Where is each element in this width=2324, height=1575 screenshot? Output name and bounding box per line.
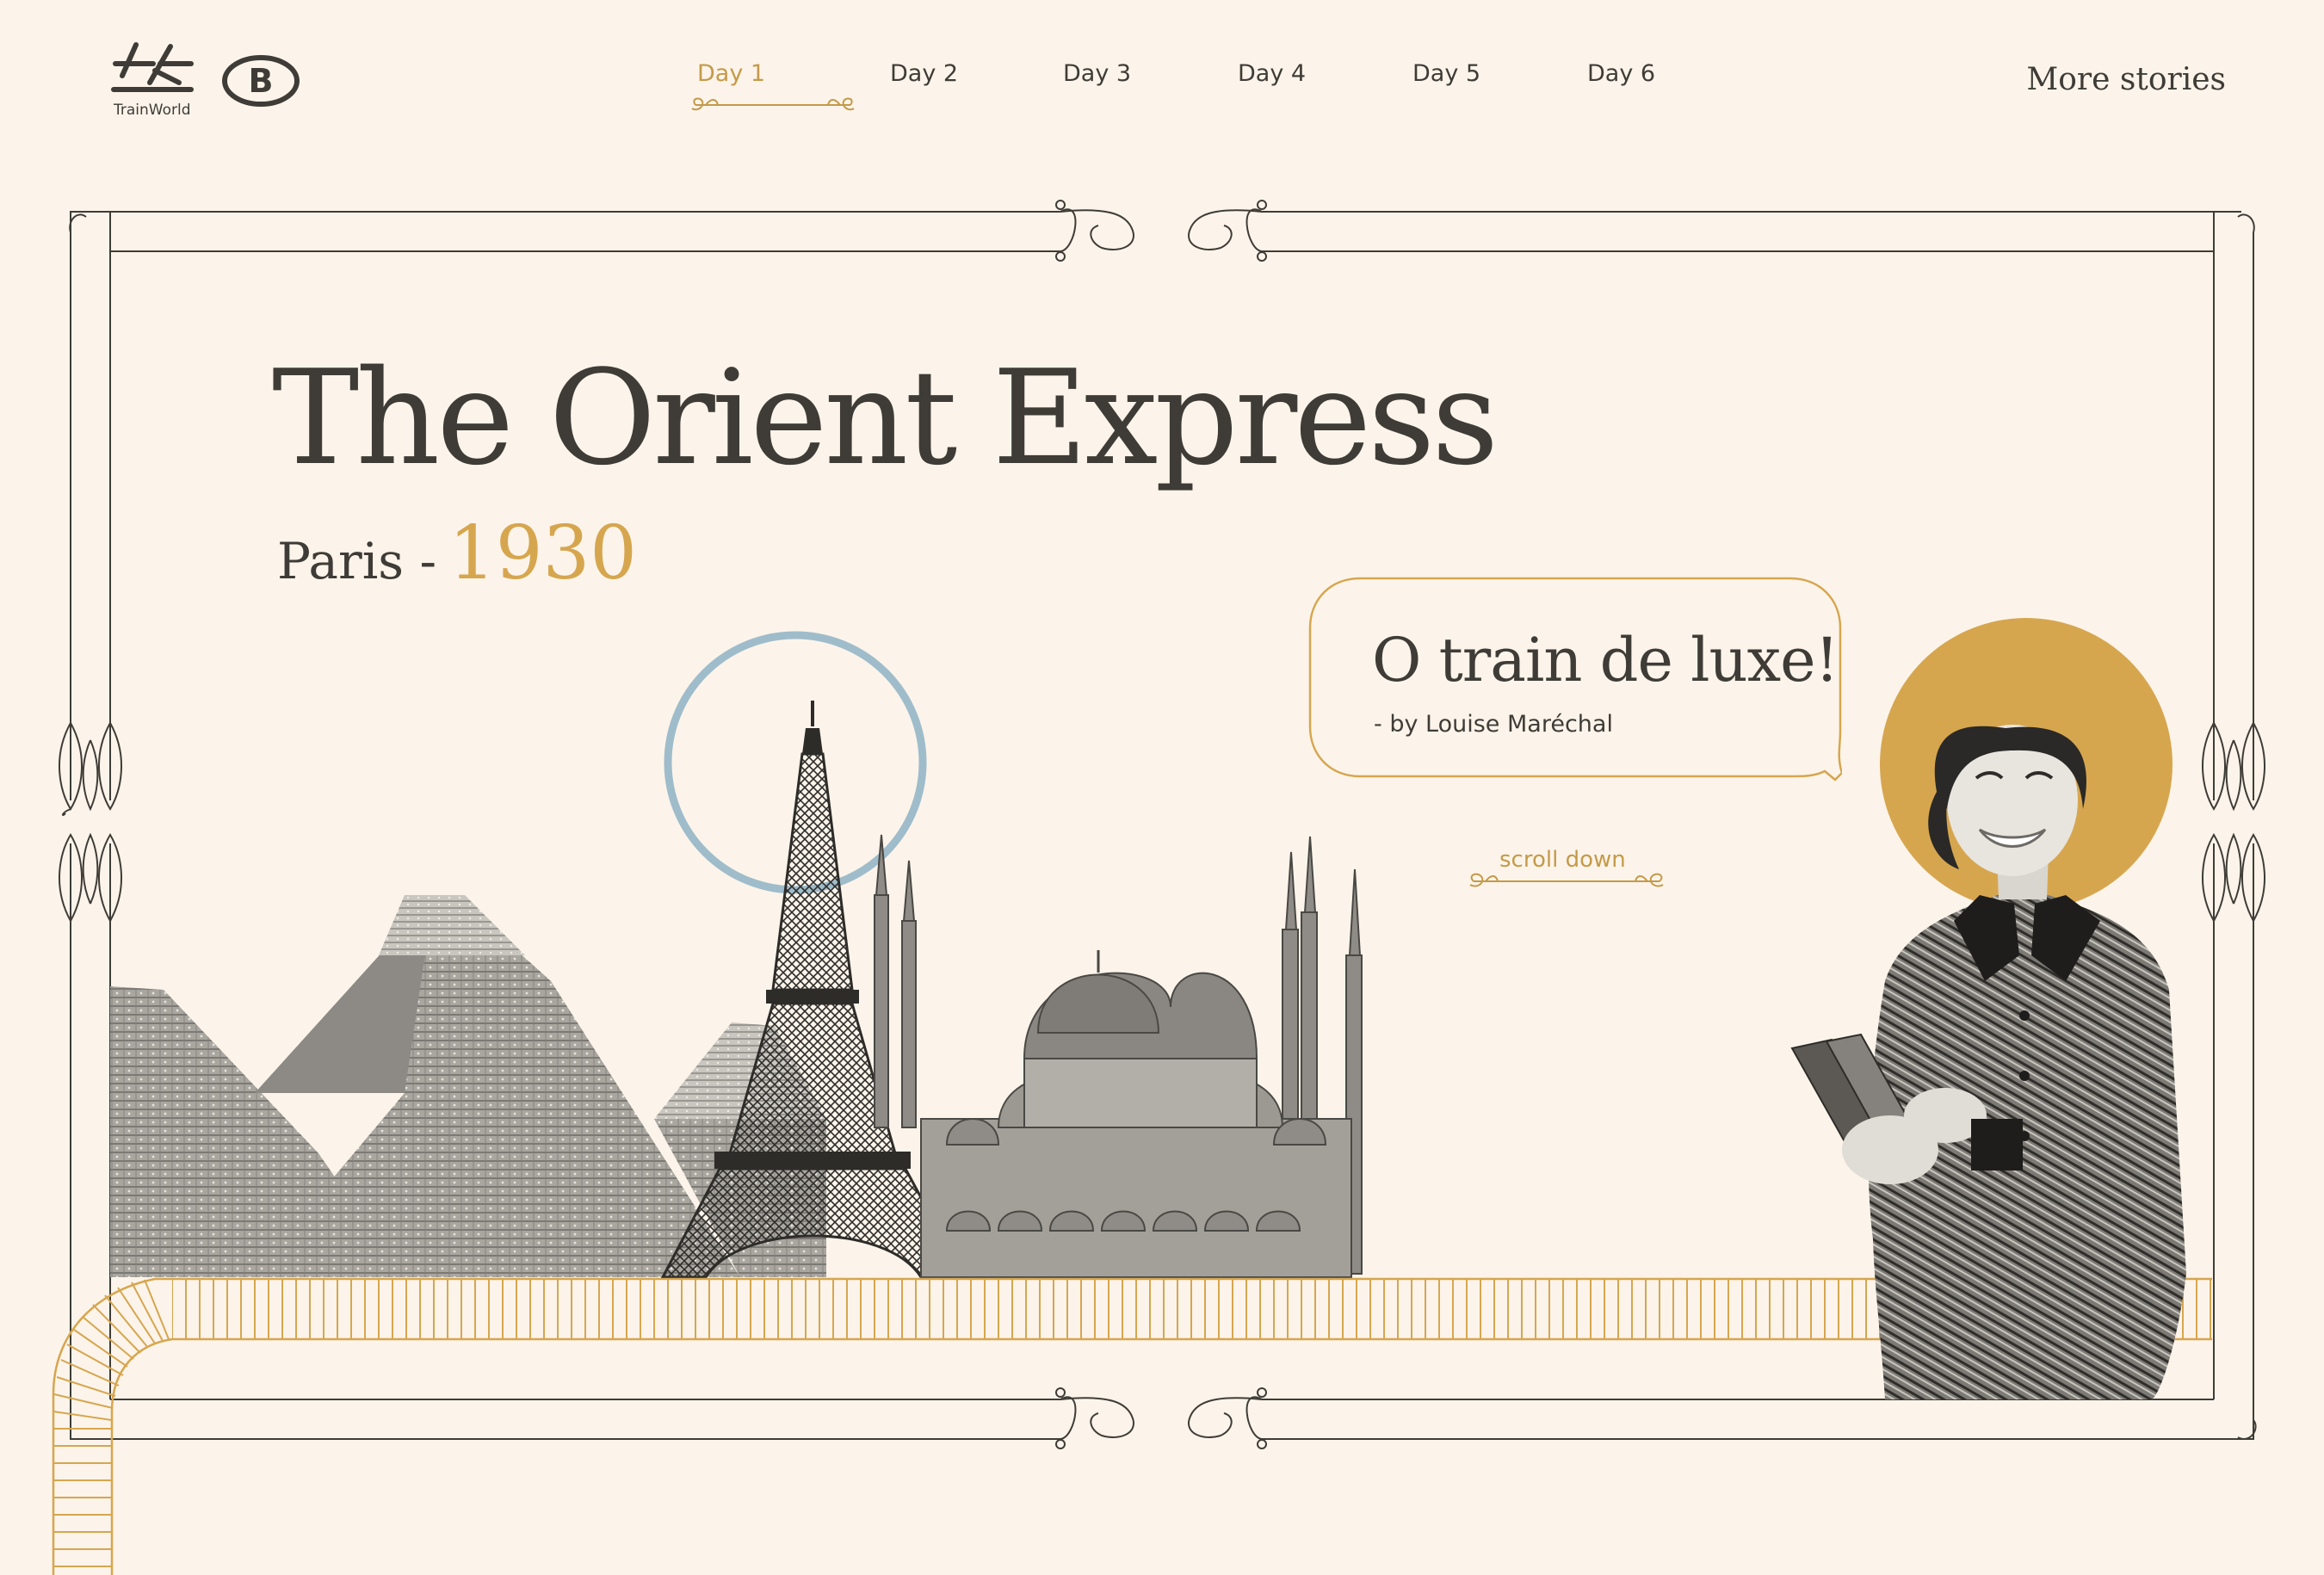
nav-day-2[interactable]: Day 2 bbox=[890, 60, 958, 87]
railway-track-icon bbox=[52, 1277, 2212, 1575]
bottom-flourish-icon bbox=[1055, 1387, 1267, 1449]
trainworld-logo[interactable]: TrainWorld bbox=[110, 40, 196, 126]
scroll-ornament-icon bbox=[1469, 873, 1664, 887]
hero-illustration bbox=[52, 618, 2212, 1575]
nav-day-6[interactable]: Day 6 bbox=[1587, 60, 1655, 87]
more-stories-link[interactable]: More stories bbox=[2026, 62, 2226, 97]
woman-portrait-icon bbox=[1790, 725, 2186, 1399]
nav-day-1-label: Day 1 bbox=[697, 60, 766, 87]
subtitle: Paris -1930 bbox=[277, 516, 637, 590]
active-underline-ornament-icon bbox=[691, 97, 855, 111]
top-flourish-icon bbox=[1055, 200, 1267, 262]
subtitle-city: Paris - bbox=[277, 532, 437, 590]
subtitle-year: 1930 bbox=[448, 510, 637, 596]
right-flourish-icon bbox=[2202, 722, 2265, 922]
scroll-down-button[interactable]: scroll down bbox=[1463, 845, 1670, 897]
page-title: The Orient Express bbox=[272, 342, 1499, 494]
nav-day-4[interactable]: Day 4 bbox=[1238, 60, 1306, 87]
blue-mosque-icon bbox=[874, 834, 1363, 1278]
sncb-logo-icon: B bbox=[222, 55, 300, 107]
pyramids-icon bbox=[110, 895, 826, 1277]
left-flourish-icon bbox=[59, 722, 122, 922]
quote-byline: - by Louise Maréchal bbox=[1374, 711, 1613, 738]
eiffel-tower-icon bbox=[660, 701, 967, 1279]
trainworld-logo-icon bbox=[111, 42, 194, 92]
quote-text: O train de luxe! bbox=[1372, 625, 1839, 695]
nav-day-1[interactable]: Day 1 bbox=[691, 60, 855, 111]
sncb-logo[interactable]: B bbox=[220, 53, 301, 108]
nav-day-3[interactable]: Day 3 bbox=[1063, 60, 1131, 87]
sun-circle-icon bbox=[1880, 618, 2173, 911]
ornamental-frame bbox=[59, 200, 2265, 1449]
svg-text:B: B bbox=[249, 62, 274, 100]
highlight-circle-icon bbox=[664, 631, 927, 894]
nav-day-5[interactable]: Day 5 bbox=[1412, 60, 1480, 87]
trainworld-label: TrainWorld bbox=[114, 102, 191, 119]
